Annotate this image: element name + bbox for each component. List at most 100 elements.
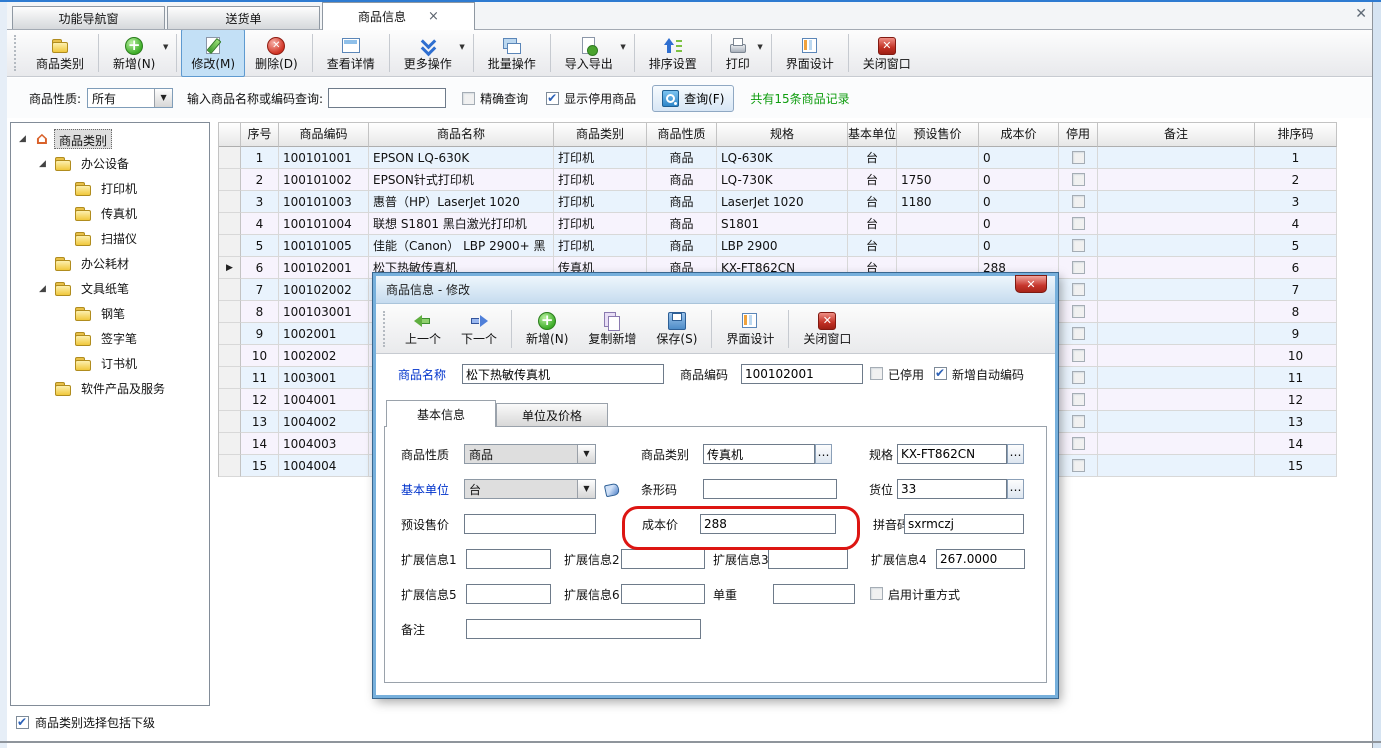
table-cell-code[interactable]: 1004004 [279, 455, 369, 477]
table-cell-nature[interactable]: 商品 [647, 213, 717, 235]
table-cell-sort[interactable]: 11 [1255, 367, 1337, 389]
table-cell-nature[interactable]: 商品 [647, 235, 717, 257]
ext1-input[interactable] [466, 549, 551, 569]
pinyin-input[interactable] [904, 514, 1024, 534]
table-cell-seq[interactable]: 4 [241, 213, 279, 235]
spec-input[interactable] [897, 444, 1007, 464]
table-cell-nature[interactable]: 商品 [647, 169, 717, 191]
stop-checkbox[interactable] [1072, 151, 1085, 164]
tab-功能导航窗[interactable]: 功能导航窗 [12, 6, 165, 30]
table-cell-name[interactable]: EPSON LQ-630K [369, 147, 554, 169]
stop-checkbox[interactable] [1072, 371, 1085, 384]
grid-header-cell[interactable]: 商品编码 [279, 123, 369, 147]
table-cell-disabled[interactable] [1059, 323, 1098, 345]
table-cell-cost[interactable]: 0 [979, 235, 1059, 257]
table-cell-code[interactable]: 100101003 [279, 191, 369, 213]
toolbar-button-folder[interactable]: 商品类别 [26, 29, 94, 77]
toolbar-button-delete[interactable]: 删除(D) [245, 29, 308, 77]
toolbar-button-uidesign[interactable]: 界面设计 [716, 305, 784, 353]
grid-header-cell[interactable]: 预设售价 [897, 123, 979, 147]
table-cell-disabled[interactable] [1059, 147, 1098, 169]
table-cell-sort[interactable]: 2 [1255, 169, 1337, 191]
table-cell-disabled[interactable] [1059, 279, 1098, 301]
table-cell-sort[interactable]: 9 [1255, 323, 1337, 345]
table-cell-seq[interactable]: 9 [241, 323, 279, 345]
stop-checkbox[interactable] [1072, 393, 1085, 406]
table-cell-sort[interactable]: 3 [1255, 191, 1337, 213]
category-picker-button[interactable]: … [815, 444, 832, 464]
tree-item[interactable]: 软件产品及服务 [11, 376, 209, 401]
table-cell-price[interactable]: 1750 [897, 169, 979, 191]
table-cell-code[interactable]: 100102002 [279, 279, 369, 301]
tree-item[interactable]: 办公耗材 [11, 251, 209, 276]
stop-checkbox[interactable] [1072, 459, 1085, 472]
table-cell-spec[interactable]: LQ-730K [717, 169, 848, 191]
table-cell-seq[interactable]: 12 [241, 389, 279, 411]
table-cell-seq[interactable]: 14 [241, 433, 279, 455]
autocode-checkbox[interactable] [934, 367, 947, 380]
toolbar-button-sort[interactable]: 排序设置 [639, 29, 707, 77]
table-cell-seq[interactable]: 11 [241, 367, 279, 389]
toolbar-button-more[interactable]: 更多操作▼ [394, 29, 469, 77]
stop-checkbox[interactable] [1072, 305, 1085, 318]
grid-header-cell[interactable]: 序号 [241, 123, 279, 147]
table-cell-code[interactable]: 100103001 [279, 301, 369, 323]
spec-picker-button[interactable]: … [1007, 444, 1024, 464]
weigh-mode-checkbox[interactable] [870, 587, 883, 600]
window-close-icon[interactable]: ✕ [1355, 7, 1367, 21]
grid-header-cell[interactable]: 基本单位 [848, 123, 897, 147]
table-cell-disabled[interactable] [1059, 389, 1098, 411]
grid-header-cell[interactable]: 规格 [717, 123, 848, 147]
tree-item[interactable]: ◢办公设备 [11, 151, 209, 176]
dialog-toolbar-grip[interactable] [383, 311, 388, 347]
table-cell-note[interactable] [1098, 433, 1255, 455]
toolbar-button-edit[interactable]: 修改(M) [181, 29, 245, 77]
grid-header-cell[interactable]: 商品名称 [369, 123, 554, 147]
table-cell-disabled[interactable] [1059, 213, 1098, 235]
table-cell-nature[interactable]: 商品 [647, 147, 717, 169]
table-cell-note[interactable] [1098, 323, 1255, 345]
dropdown-arrow-icon[interactable]: ▼ [459, 43, 464, 51]
table-cell-sort[interactable]: 10 [1255, 345, 1337, 367]
toolbar-button-next[interactable]: 下一个 [451, 305, 507, 353]
show-disabled-checkbox[interactable] [546, 92, 559, 105]
tree-item[interactable]: 钢笔 [11, 301, 209, 326]
tab-close-icon[interactable]: × [428, 10, 439, 23]
stop-checkbox[interactable] [1072, 283, 1085, 296]
table-cell-note[interactable] [1098, 191, 1255, 213]
barcode-input[interactable] [703, 479, 837, 499]
stop-checkbox[interactable] [1072, 173, 1085, 186]
expander-icon[interactable]: ◢ [15, 134, 30, 144]
grid-header-cell[interactable]: 成本价 [979, 123, 1059, 147]
table-cell-note[interactable] [1098, 235, 1255, 257]
table-cell-note[interactable] [1098, 169, 1255, 191]
grid-header-cell[interactable]: 备注 [1098, 123, 1255, 147]
table-cell-sort[interactable]: 13 [1255, 411, 1337, 433]
table-cell-sort[interactable]: 4 [1255, 213, 1337, 235]
include-sub-checkbox[interactable] [16, 716, 29, 729]
table-cell-code[interactable]: 100101002 [279, 169, 369, 191]
table-cell-note[interactable] [1098, 257, 1255, 279]
tree-item[interactable]: ◢文具纸笔 [11, 276, 209, 301]
table-cell-disabled[interactable] [1059, 345, 1098, 367]
tree-item[interactable]: 签字笔 [11, 326, 209, 351]
table-cell-category[interactable]: 打印机 [554, 235, 647, 257]
chevron-down-icon[interactable]: ▼ [154, 89, 172, 107]
toolbar-button-detail[interactable]: 查看详情 [317, 29, 385, 77]
table-cell-note[interactable] [1098, 367, 1255, 389]
table-cell-sort[interactable]: 15 [1255, 455, 1337, 477]
nature-filter-select[interactable]: 所有 ▼ [87, 88, 173, 108]
stop-checkbox[interactable] [1072, 415, 1085, 428]
chevron-down-icon[interactable]: ▼ [577, 480, 595, 498]
ext6-input[interactable] [621, 584, 705, 604]
table-cell-disabled[interactable] [1059, 235, 1098, 257]
tree-item[interactable]: 传真机 [11, 201, 209, 226]
table-cell-sort[interactable]: 14 [1255, 433, 1337, 455]
dialog-close-button[interactable]: ✕ [1015, 275, 1047, 293]
table-cell-unit[interactable]: 台 [848, 213, 897, 235]
toolbar-button-plus[interactable]: 新增(N) [516, 305, 578, 353]
table-cell-unit[interactable]: 台 [848, 235, 897, 257]
table-cell-disabled[interactable] [1059, 257, 1098, 279]
table-cell-unit[interactable]: 台 [848, 191, 897, 213]
stop-checkbox[interactable] [1072, 217, 1085, 230]
